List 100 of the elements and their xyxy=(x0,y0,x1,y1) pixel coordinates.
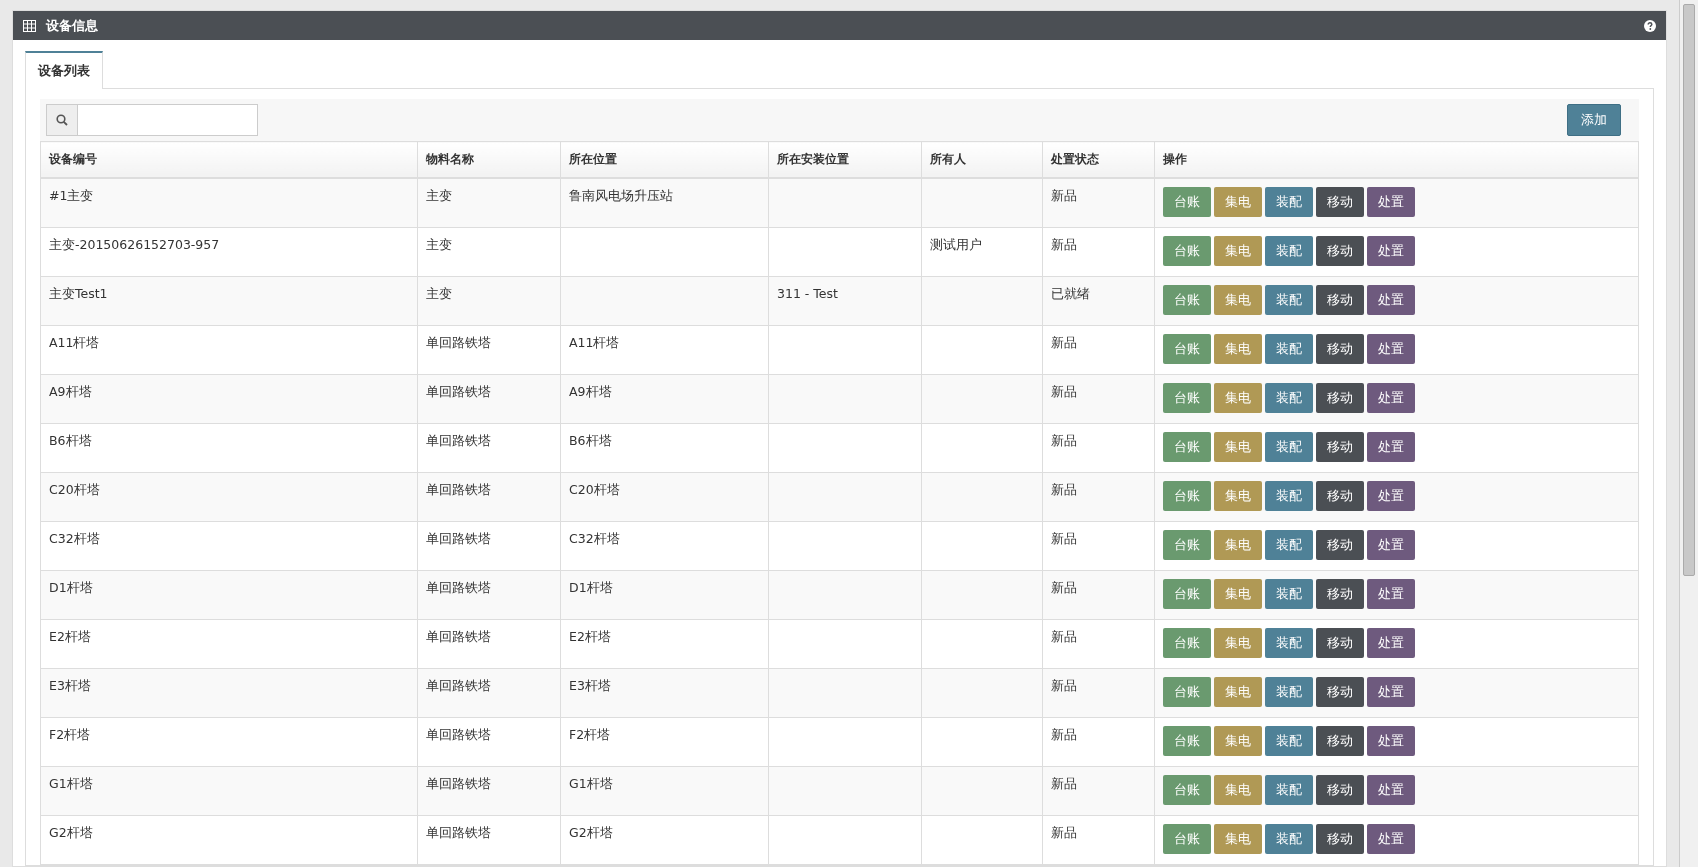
action-button[interactable]: 处置 xyxy=(1367,628,1415,658)
action-button[interactable]: 处置 xyxy=(1367,334,1415,364)
table-cell: A9杆塔 xyxy=(560,374,769,424)
table-cell: D1杆塔 xyxy=(40,570,418,620)
action-button[interactable]: 处置 xyxy=(1367,677,1415,707)
action-button[interactable]: 台账 xyxy=(1163,726,1211,756)
table-cell: 新品 xyxy=(1042,668,1155,718)
action-button[interactable]: 移动 xyxy=(1316,187,1364,217)
action-button[interactable]: 装配 xyxy=(1265,285,1313,315)
action-button[interactable]: 移动 xyxy=(1316,236,1364,266)
table-cell: F2杆塔 xyxy=(40,717,418,767)
table-icon xyxy=(23,19,36,32)
table-cell: B6杆塔 xyxy=(40,423,418,473)
action-button[interactable]: 处置 xyxy=(1367,824,1415,854)
search-field[interactable] xyxy=(46,104,258,136)
table-cell: A9杆塔 xyxy=(40,374,418,424)
table-cell: E3杆塔 xyxy=(560,668,769,718)
action-button[interactable]: 装配 xyxy=(1265,187,1313,217)
action-button[interactable]: 处置 xyxy=(1367,530,1415,560)
action-button[interactable]: 台账 xyxy=(1163,187,1211,217)
table-cell: F2杆塔 xyxy=(560,717,769,767)
action-button[interactable]: 处置 xyxy=(1367,481,1415,511)
action-button[interactable]: 移动 xyxy=(1316,726,1364,756)
action-button[interactable]: 台账 xyxy=(1163,628,1211,658)
action-button[interactable]: 台账 xyxy=(1163,530,1211,560)
action-button[interactable]: 台账 xyxy=(1163,285,1211,315)
help-icon[interactable] xyxy=(1644,19,1656,32)
action-button[interactable]: 集电 xyxy=(1214,579,1262,609)
action-button[interactable]: 装配 xyxy=(1265,824,1313,854)
table-cell: 单回路铁塔 xyxy=(417,619,561,669)
action-button[interactable]: 集电 xyxy=(1214,824,1262,854)
table-cell: 测试用户 xyxy=(921,227,1043,277)
table-cell: G2杆塔 xyxy=(560,815,769,865)
action-button[interactable]: 集电 xyxy=(1214,677,1262,707)
table-cell: 新品 xyxy=(1042,717,1155,767)
action-button[interactable]: 台账 xyxy=(1163,579,1211,609)
action-button[interactable]: 台账 xyxy=(1163,334,1211,364)
action-button[interactable]: 移动 xyxy=(1316,824,1364,854)
action-button[interactable]: 处置 xyxy=(1367,579,1415,609)
column-header: 所在安装位置 xyxy=(768,141,922,178)
action-button[interactable]: 处置 xyxy=(1367,236,1415,266)
action-button[interactable]: 装配 xyxy=(1265,628,1313,658)
action-button[interactable]: 装配 xyxy=(1265,383,1313,413)
action-button[interactable]: 移动 xyxy=(1316,481,1364,511)
action-button[interactable]: 集电 xyxy=(1214,334,1262,364)
action-button[interactable]: 台账 xyxy=(1163,432,1211,462)
action-button[interactable]: 台账 xyxy=(1163,775,1211,805)
action-button[interactable]: 处置 xyxy=(1367,775,1415,805)
action-button[interactable]: 集电 xyxy=(1214,481,1262,511)
table-cell: 新品 xyxy=(1042,178,1155,228)
action-button[interactable]: 集电 xyxy=(1214,775,1262,805)
action-button[interactable]: 处置 xyxy=(1367,432,1415,462)
action-button[interactable]: 装配 xyxy=(1265,432,1313,462)
column-header: 操作 xyxy=(1154,141,1639,178)
action-button[interactable]: 集电 xyxy=(1214,726,1262,756)
action-button[interactable]: 处置 xyxy=(1367,383,1415,413)
action-button[interactable]: 移动 xyxy=(1316,775,1364,805)
action-button[interactable]: 装配 xyxy=(1265,334,1313,364)
action-button[interactable]: 台账 xyxy=(1163,677,1211,707)
action-button[interactable]: 集电 xyxy=(1214,628,1262,658)
action-button[interactable]: 装配 xyxy=(1265,775,1313,805)
action-button[interactable]: 装配 xyxy=(1265,530,1313,560)
action-button[interactable]: 装配 xyxy=(1265,481,1313,511)
add-button[interactable]: 添加 xyxy=(1567,104,1621,136)
action-button[interactable]: 集电 xyxy=(1214,285,1262,315)
action-button[interactable]: 台账 xyxy=(1163,383,1211,413)
table-cell: 单回路铁塔 xyxy=(417,570,561,620)
column-header: 设备编号 xyxy=(40,141,418,178)
action-button[interactable]: 台账 xyxy=(1163,824,1211,854)
action-button[interactable]: 处置 xyxy=(1367,187,1415,217)
action-button[interactable]: 移动 xyxy=(1316,530,1364,560)
action-button[interactable]: 集电 xyxy=(1214,236,1262,266)
action-button[interactable]: 装配 xyxy=(1265,236,1313,266)
action-button[interactable]: 移动 xyxy=(1316,579,1364,609)
column-header: 所有人 xyxy=(921,141,1043,178)
action-button[interactable]: 集电 xyxy=(1214,383,1262,413)
table-cell: 单回路铁塔 xyxy=(417,374,561,424)
action-button[interactable]: 台账 xyxy=(1163,236,1211,266)
action-button[interactable]: 台账 xyxy=(1163,481,1211,511)
action-button[interactable]: 移动 xyxy=(1316,677,1364,707)
action-button[interactable]: 集电 xyxy=(1214,187,1262,217)
table-cell: 主变 xyxy=(417,276,561,326)
action-button[interactable]: 处置 xyxy=(1367,726,1415,756)
action-button[interactable]: 移动 xyxy=(1316,285,1364,315)
action-button[interactable]: 装配 xyxy=(1265,677,1313,707)
action-button[interactable]: 移动 xyxy=(1316,334,1364,364)
scrollbar-thumb[interactable] xyxy=(1683,4,1695,576)
action-button[interactable]: 移动 xyxy=(1316,628,1364,658)
action-button[interactable]: 集电 xyxy=(1214,530,1262,560)
table-cell: 单回路铁塔 xyxy=(417,815,561,865)
scrollbar[interactable] xyxy=(1679,0,1698,867)
action-button[interactable]: 装配 xyxy=(1265,579,1313,609)
action-button[interactable]: 移动 xyxy=(1316,432,1364,462)
action-button[interactable]: 移动 xyxy=(1316,383,1364,413)
search-icon xyxy=(56,114,68,126)
table-cell: C20杆塔 xyxy=(560,472,769,522)
action-button[interactable]: 处置 xyxy=(1367,285,1415,315)
action-button[interactable]: 装配 xyxy=(1265,726,1313,756)
action-button[interactable]: 集电 xyxy=(1214,432,1262,462)
tab[interactable]: 设备列表 xyxy=(25,51,103,89)
